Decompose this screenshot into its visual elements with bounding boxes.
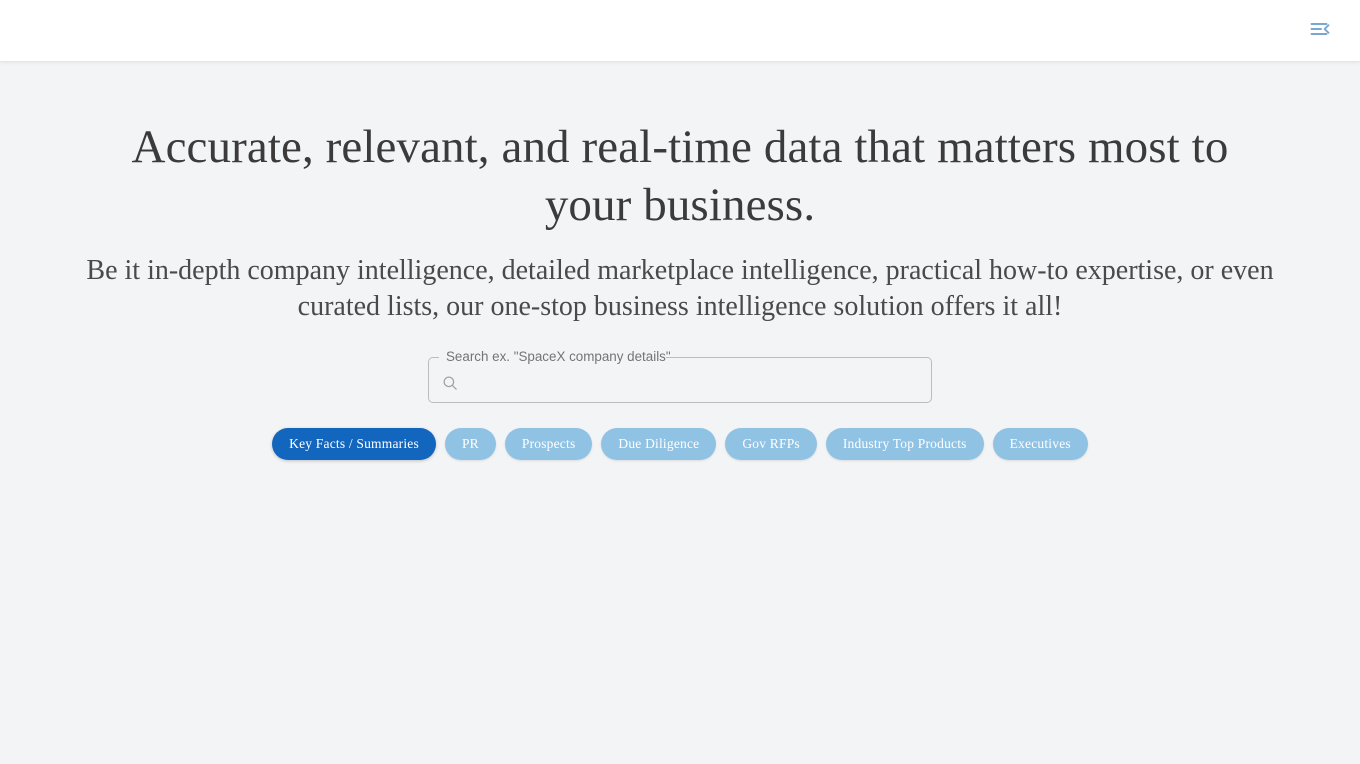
search-label: Search ex. "SpaceX company details" <box>446 349 671 365</box>
category-chip-prospects[interactable]: Prospects <box>504 428 593 461</box>
search-input-row <box>429 363 931 404</box>
category-chip-key-facts-summaries[interactable]: Key Facts / Summaries <box>272 428 436 461</box>
search-field[interactable]: Search ex. "SpaceX company details" Sear… <box>428 350 932 404</box>
menu-toggle-button[interactable] <box>1300 11 1340 51</box>
category-chip-industry-top-products[interactable]: Industry Top Products <box>825 428 984 461</box>
search-input[interactable] <box>465 363 919 404</box>
category-chip-gov-rfps[interactable]: Gov RFPs <box>725 428 817 461</box>
menu-fold-icon <box>1308 17 1332 44</box>
category-chip-due-diligence[interactable]: Due Diligence <box>601 428 717 461</box>
category-chip-group: Key Facts / Summaries PR Prospects Due Dili… <box>272 428 1088 461</box>
search-icon <box>441 374 459 392</box>
page-title: Accurate, relevant, and real-time data t… <box>131 121 1229 232</box>
category-chip-executives[interactable]: Executives <box>992 428 1088 461</box>
hero-section: Accurate, relevant, and real-time data t… <box>0 62 1360 461</box>
page-subtitle: Be it in-depth company intelligence, det… <box>86 254 1274 323</box>
app-bar <box>0 0 1360 62</box>
category-chip-pr[interactable]: PR <box>444 428 496 461</box>
